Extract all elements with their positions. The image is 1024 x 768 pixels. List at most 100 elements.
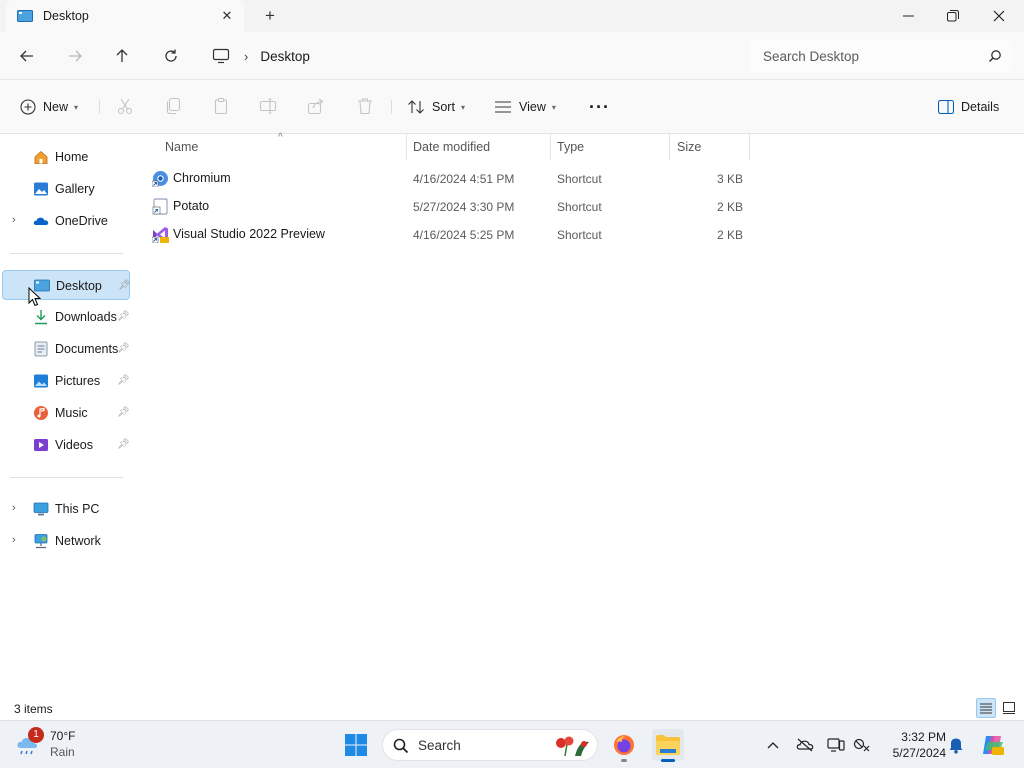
- column-header-type[interactable]: Type: [557, 134, 667, 160]
- minimize-icon: [902, 15, 914, 17]
- sidebar-item-downloads[interactable]: Downloads 📌︎: [2, 302, 130, 332]
- pin-icon[interactable]: 📌︎: [117, 343, 130, 354]
- more-options-button[interactable]: ···: [589, 95, 610, 119]
- sidebar-divider: [10, 253, 123, 254]
- taskbar-file-explorer[interactable]: [652, 729, 684, 762]
- copy-icon[interactable]: [164, 97, 182, 115]
- file-name[interactable]: Chromium: [173, 171, 231, 185]
- device-status-button[interactable]: [826, 735, 846, 755]
- arrow-up-icon: [116, 49, 128, 62]
- forward-button[interactable]: [63, 44, 87, 68]
- sidebar-item-music[interactable]: Music 📌︎: [2, 398, 130, 428]
- pin-icon[interactable]: 📌︎: [118, 280, 131, 291]
- details-view-button[interactable]: [976, 698, 996, 718]
- gallery-icon: [34, 182, 48, 196]
- taskbar: 1 70°F Rain Search 3:32 PM 5/27/2024: [0, 720, 1024, 768]
- file-name[interactable]: Visual Studio 2022 Preview: [173, 227, 325, 241]
- column-divider[interactable]: [669, 134, 670, 160]
- breadcrumb[interactable]: Desktop: [260, 49, 310, 64]
- file-list: ^ Name Date modified Type Size Chromium …: [140, 132, 1024, 698]
- windows-start-icon[interactable]: [344, 733, 368, 757]
- search-icon: [393, 738, 409, 754]
- pin-icon[interactable]: 📌︎: [117, 311, 130, 322]
- restore-button[interactable]: [930, 0, 976, 32]
- navigation-pane: Home Gallery › OneDrive Desktop 📌︎ Downl…: [0, 134, 140, 698]
- clock[interactable]: 3:32 PM 5/27/2024: [880, 729, 946, 761]
- chevron-down-icon: ▾: [551, 102, 556, 112]
- new-button[interactable]: New ▾: [20, 95, 78, 119]
- minimize-button[interactable]: [885, 0, 931, 32]
- close-window-button[interactable]: [976, 0, 1022, 32]
- item-count: 3 items: [14, 702, 53, 716]
- file-size: 2 KB: [716, 200, 743, 214]
- taskbar-firefox[interactable]: [608, 729, 640, 762]
- rename-icon[interactable]: [259, 97, 277, 115]
- back-button[interactable]: [15, 44, 39, 68]
- details-label: Details: [961, 100, 1000, 114]
- sidebar-item-home[interactable]: Home: [2, 142, 130, 172]
- monitor-icon: [212, 48, 230, 64]
- paste-icon[interactable]: [212, 97, 230, 115]
- details-pane-button[interactable]: Details: [938, 95, 999, 119]
- address-field[interactable]: › Desktop: [202, 40, 736, 72]
- refresh-icon: [165, 49, 177, 62]
- chevron-right-icon[interactable]: ›: [244, 49, 248, 64]
- sidebar-item-documents[interactable]: Documents 📌︎: [2, 334, 130, 364]
- videos-icon: [34, 439, 48, 451]
- onedrive-status-button[interactable]: [795, 735, 815, 755]
- tab-close-icon[interactable]: ✕: [218, 7, 236, 25]
- file-row[interactable]: Visual Studio 2022 Preview 4/16/2024 5:2…: [150, 220, 750, 248]
- search-input[interactable]: Search Desktop: [749, 40, 1012, 72]
- status-bar: 3 items: [0, 698, 1024, 720]
- pin-icon[interactable]: 📌︎: [117, 407, 130, 418]
- sidebar-item-gallery[interactable]: Gallery: [2, 174, 130, 204]
- network-status-button[interactable]: [852, 735, 872, 755]
- up-button[interactable]: [110, 44, 134, 68]
- file-size: 2 KB: [716, 228, 743, 242]
- column-divider[interactable]: [550, 134, 551, 160]
- cut-icon[interactable]: [116, 97, 134, 115]
- file-explorer-icon: [656, 735, 680, 755]
- file-date-modified: 4/16/2024 5:25 PM: [413, 228, 515, 242]
- chevron-right-icon[interactable]: ›: [12, 502, 16, 514]
- search-icon: [988, 50, 1001, 63]
- sidebar-item-network[interactable]: › Network: [2, 526, 130, 556]
- column-divider[interactable]: [749, 134, 750, 160]
- file-row[interactable]: Chromium 4/16/2024 4:51 PM Shortcut 3 KB: [150, 164, 750, 192]
- file-name[interactable]: Potato: [173, 199, 209, 213]
- running-indicator: [661, 759, 675, 762]
- share-icon[interactable]: [307, 97, 325, 115]
- taskbar-search[interactable]: Search: [382, 729, 598, 761]
- column-header-size[interactable]: Size: [677, 134, 747, 160]
- sidebar-item-label: Music: [55, 406, 88, 420]
- column-header-date-modified[interactable]: Date modified: [413, 134, 548, 160]
- tiles-view-button[interactable]: [999, 698, 1019, 718]
- plus-circle-icon: [20, 99, 36, 115]
- sort-button[interactable]: Sort ▾: [407, 95, 465, 119]
- sidebar-item-videos[interactable]: Videos 📌︎: [2, 430, 130, 460]
- file-row[interactable]: Potato 5/27/2024 3:30 PM Shortcut 2 KB: [150, 192, 750, 220]
- column-header-name[interactable]: Name: [165, 134, 405, 160]
- refresh-button[interactable]: [159, 44, 183, 68]
- file-date-modified: 4/16/2024 4:51 PM: [413, 172, 515, 186]
- copilot-button[interactable]: [980, 733, 1006, 757]
- sidebar-item-desktop[interactable]: Desktop 📌︎: [2, 270, 131, 300]
- pin-icon[interactable]: 📌︎: [117, 439, 130, 450]
- weather-widget[interactable]: 1 70°F Rain: [16, 727, 86, 763]
- file-size: 3 KB: [716, 172, 743, 186]
- sidebar-item-this-pc[interactable]: › This PC: [2, 494, 130, 524]
- file-type: Shortcut: [557, 172, 602, 186]
- chevron-right-icon[interactable]: ›: [12, 534, 16, 546]
- column-divider[interactable]: [406, 134, 407, 160]
- show-hidden-icons-button[interactable]: [763, 735, 783, 755]
- sidebar-item-onedrive[interactable]: › OneDrive: [2, 206, 130, 236]
- chevron-right-icon[interactable]: ›: [12, 214, 16, 226]
- view-button[interactable]: View ▾: [494, 95, 556, 119]
- view-label: View: [519, 100, 546, 114]
- new-tab-button[interactable]: +: [260, 6, 280, 26]
- sidebar-item-pictures[interactable]: Pictures 📌︎: [2, 366, 130, 396]
- delete-icon[interactable]: [356, 97, 374, 115]
- pin-icon[interactable]: 📌︎: [117, 375, 130, 386]
- tab-desktop[interactable]: Desktop ✕: [6, 0, 244, 32]
- notifications-button[interactable]: [946, 735, 966, 755]
